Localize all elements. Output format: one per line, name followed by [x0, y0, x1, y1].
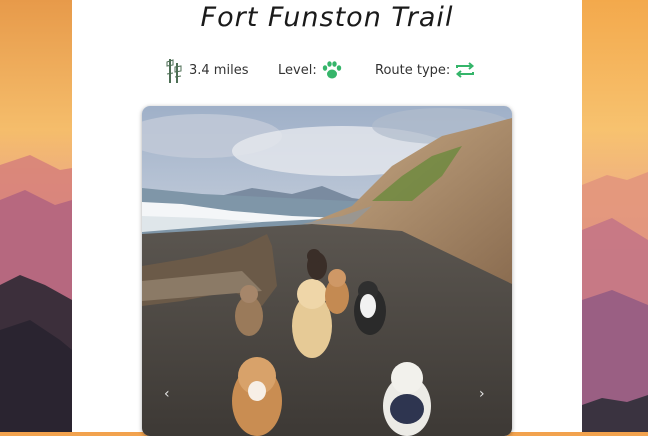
trail-stats: 3.4 miles Level: Route type:: [72, 56, 582, 84]
trail-signpost-icon: [165, 57, 183, 83]
carousel-next-button[interactable]: ›: [479, 386, 485, 402]
route-type-stat: Route type:: [375, 56, 476, 84]
level-label: Level:: [278, 62, 317, 78]
route-type-label: Route type:: [375, 62, 451, 78]
trail-title: Fort Funston Trail: [200, 2, 454, 33]
loop-arrows-icon: [454, 59, 476, 81]
trail-card: Fort Funston Trail 3.4 miles Level: Rout…: [72, 0, 582, 436]
paw-icon: [321, 59, 343, 81]
level-stat: Level:: [278, 56, 343, 84]
distance-stat: 3.4 miles: [165, 56, 248, 84]
background-scenery-left: [0, 0, 72, 432]
background-scenery-right: [582, 0, 648, 432]
trail-photo[interactable]: ‹ ›: [142, 106, 512, 436]
distance-value: 3.4 miles: [189, 62, 249, 78]
carousel-prev-button[interactable]: ‹: [164, 386, 170, 402]
